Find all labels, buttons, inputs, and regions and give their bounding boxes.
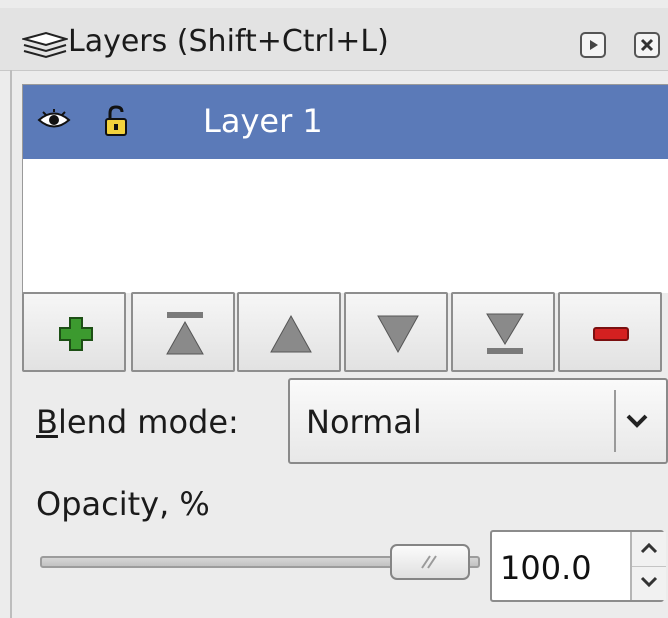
plus-icon [59,317,93,351]
raise-icon [270,314,312,353]
raise-to-top-button[interactable] [131,292,235,372]
lower-button[interactable] [344,292,448,372]
dock-icon[interactable] [580,32,606,58]
raise-to-top-icon [166,312,204,355]
spin-buttons [630,532,666,600]
panel-title: Layers (Shift+Ctrl+L) [68,24,389,59]
spin-up-button[interactable] [632,532,666,567]
blend-mode-value: Normal [306,403,422,441]
lower-to-bottom-button[interactable] [451,292,555,372]
layer-row[interactable]: Layer 1 [23,85,668,159]
delete-layer-button[interactable] [558,292,662,372]
chevron-down-icon [640,576,658,588]
panel-titlebar: Layers (Shift+Ctrl+L) [0,8,668,71]
blend-mode-select[interactable]: Normal [288,378,668,464]
spin-down-button[interactable] [632,566,666,600]
layer-toolbar [22,292,668,372]
opacity-spinbox[interactable]: 100.0 [490,530,666,602]
chevron-down-icon[interactable] [622,408,652,434]
chevron-up-icon [640,542,658,554]
lower-icon [377,315,419,354]
layer-list[interactable]: Layer 1 [22,84,668,293]
eye-icon[interactable] [37,109,71,131]
panel-border [10,70,12,618]
combo-separator [614,390,616,452]
opacity-label: Opacity, % [36,485,210,523]
layers-panel: Layers (Shift+Ctrl+L) Layer 1 Blend mode… [0,0,668,618]
layers-icon [20,31,70,61]
grip-icon [421,555,437,569]
raise-button[interactable] [237,292,341,372]
blend-mode-label: Blend mode: [36,402,239,442]
lower-to-bottom-icon [486,313,524,354]
add-layer-button[interactable] [22,292,126,372]
blend-mode-mnemonic: B [36,403,58,441]
unlocked-icon[interactable] [103,105,129,137]
close-icon[interactable] [634,32,660,58]
blend-mode-label-text: lend mode: [57,403,239,441]
minus-icon [593,327,629,341]
layer-name[interactable]: Layer 1 [203,101,323,141]
opacity-value[interactable]: 100.0 [500,548,592,588]
opacity-slider-handle[interactable] [390,544,470,580]
